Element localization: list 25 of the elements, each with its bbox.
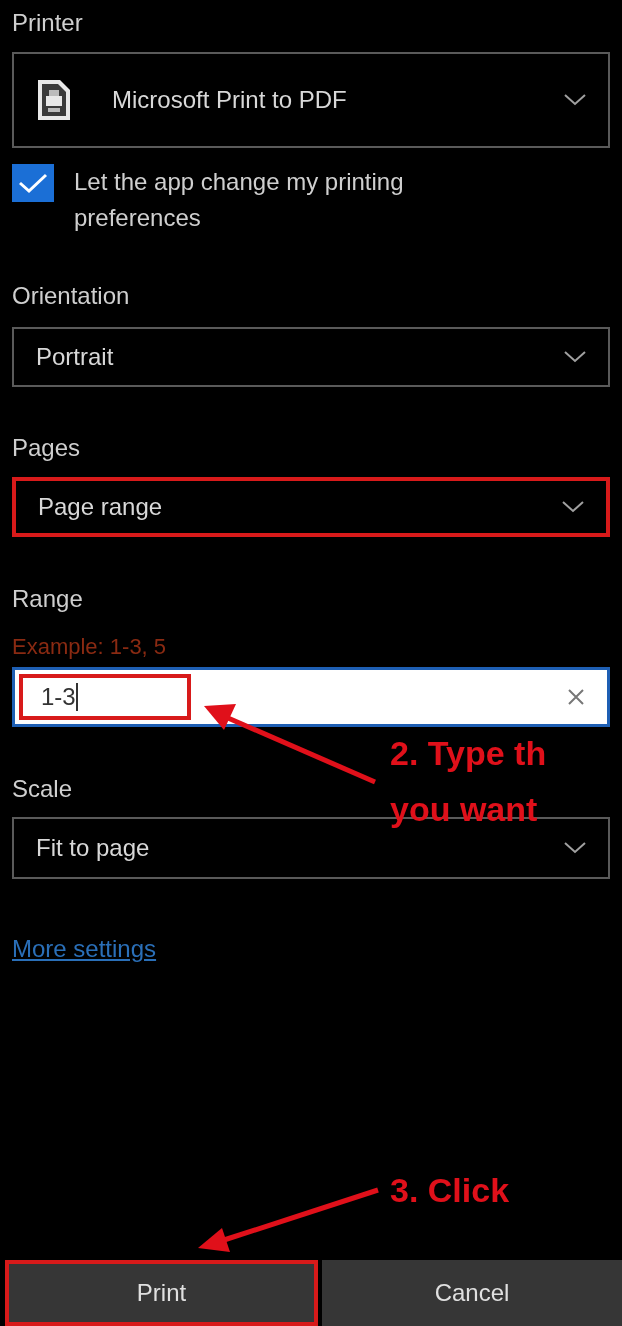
field-label: Scale [12,774,73,804]
checkmark-icon [18,172,48,194]
annotation-text: 3. Click [390,1170,510,1211]
print-button[interactable]: Print [5,1260,318,1326]
field-label: Printer [12,8,83,38]
more-settings-link[interactable]: More settings [12,934,157,964]
field-label: Orientation [12,281,130,311]
clear-icon[interactable] [567,688,585,706]
chevron-down-icon [564,351,586,363]
dropdown[interactable]: Page range [12,477,610,537]
checkbox-label: Let the app change my printing preferences [74,167,405,233]
chevron-down-icon [562,501,584,513]
dropdown[interactable]: Portrait [12,327,610,387]
chevron-down-icon [564,842,586,854]
input-value: 1-3 [19,674,191,720]
field-label: Range [12,584,83,614]
field-label: Pages [12,433,81,463]
chevron-down-icon [564,94,586,106]
dropdown[interactable]: Microsoft Print to PDF [12,52,610,148]
document-icon [36,78,72,122]
field-hint: Example: 1-3, 5 [12,633,167,661]
range-input[interactable]: 1-3 [12,667,610,727]
cancel-button[interactable]: Cancel [322,1260,622,1326]
checkbox[interactable] [12,164,54,202]
annotation-text: 2. Type th [390,733,547,774]
